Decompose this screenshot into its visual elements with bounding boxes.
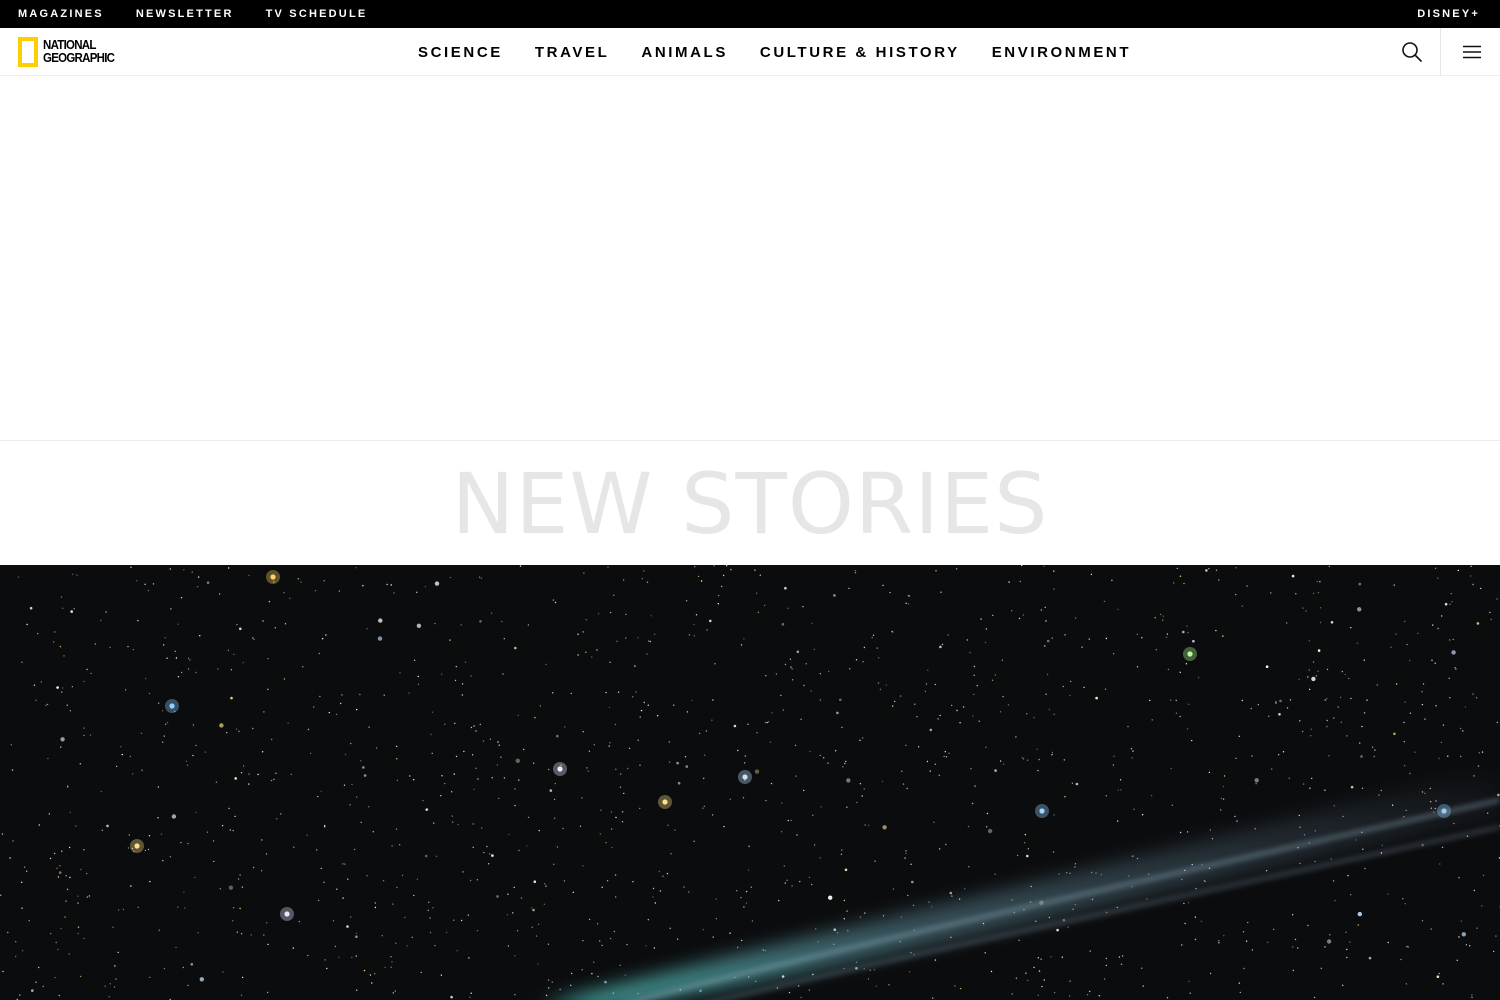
logo-wordmark: NATIONAL GEOGRAPHIC — [43, 39, 115, 65]
primary-nav: SCIENCE TRAVEL ANIMALS CULTURE & HISTORY… — [418, 28, 1163, 76]
section-title: NEW STORIES — [451, 455, 1049, 553]
hero-image[interactable] — [0, 565, 1500, 1000]
starfield-comet-image — [0, 565, 1500, 1000]
yellow-frame-icon — [18, 37, 38, 67]
hamburger-menu-icon — [1463, 45, 1481, 59]
nav-item-environment[interactable]: ENVIRONMENT — [992, 44, 1131, 61]
natgeo-logo[interactable]: NATIONAL GEOGRAPHIC — [18, 37, 120, 67]
search-button[interactable] — [1396, 36, 1428, 68]
utility-link-newsletter[interactable]: NEWSLETTER — [136, 8, 234, 20]
nav-item-travel[interactable]: TRAVEL — [535, 44, 610, 61]
header-divider — [1440, 28, 1441, 76]
main-header: NATIONAL GEOGRAPHIC SCIENCE TRAVEL ANIMA… — [0, 28, 1500, 76]
nav-item-science[interactable]: SCIENCE — [418, 44, 503, 61]
utility-link-tv-schedule[interactable]: TV SCHEDULE — [266, 8, 368, 20]
nav-item-animals[interactable]: ANIMALS — [641, 44, 728, 61]
logo-line-2: GEOGRAPHIC — [43, 51, 115, 65]
ad-slot — [0, 77, 1500, 440]
nav-item-culture-history[interactable]: CULTURE & HISTORY — [760, 44, 960, 61]
utility-link-disney-plus[interactable]: DISNEY+ — [1417, 8, 1480, 20]
menu-button[interactable] — [1456, 36, 1488, 68]
utility-link-magazines[interactable]: MAGAZINES — [18, 8, 104, 20]
utility-bar: MAGAZINES NEWSLETTER TV SCHEDULE DISNEY+ — [0, 0, 1500, 28]
search-icon — [1402, 42, 1422, 62]
